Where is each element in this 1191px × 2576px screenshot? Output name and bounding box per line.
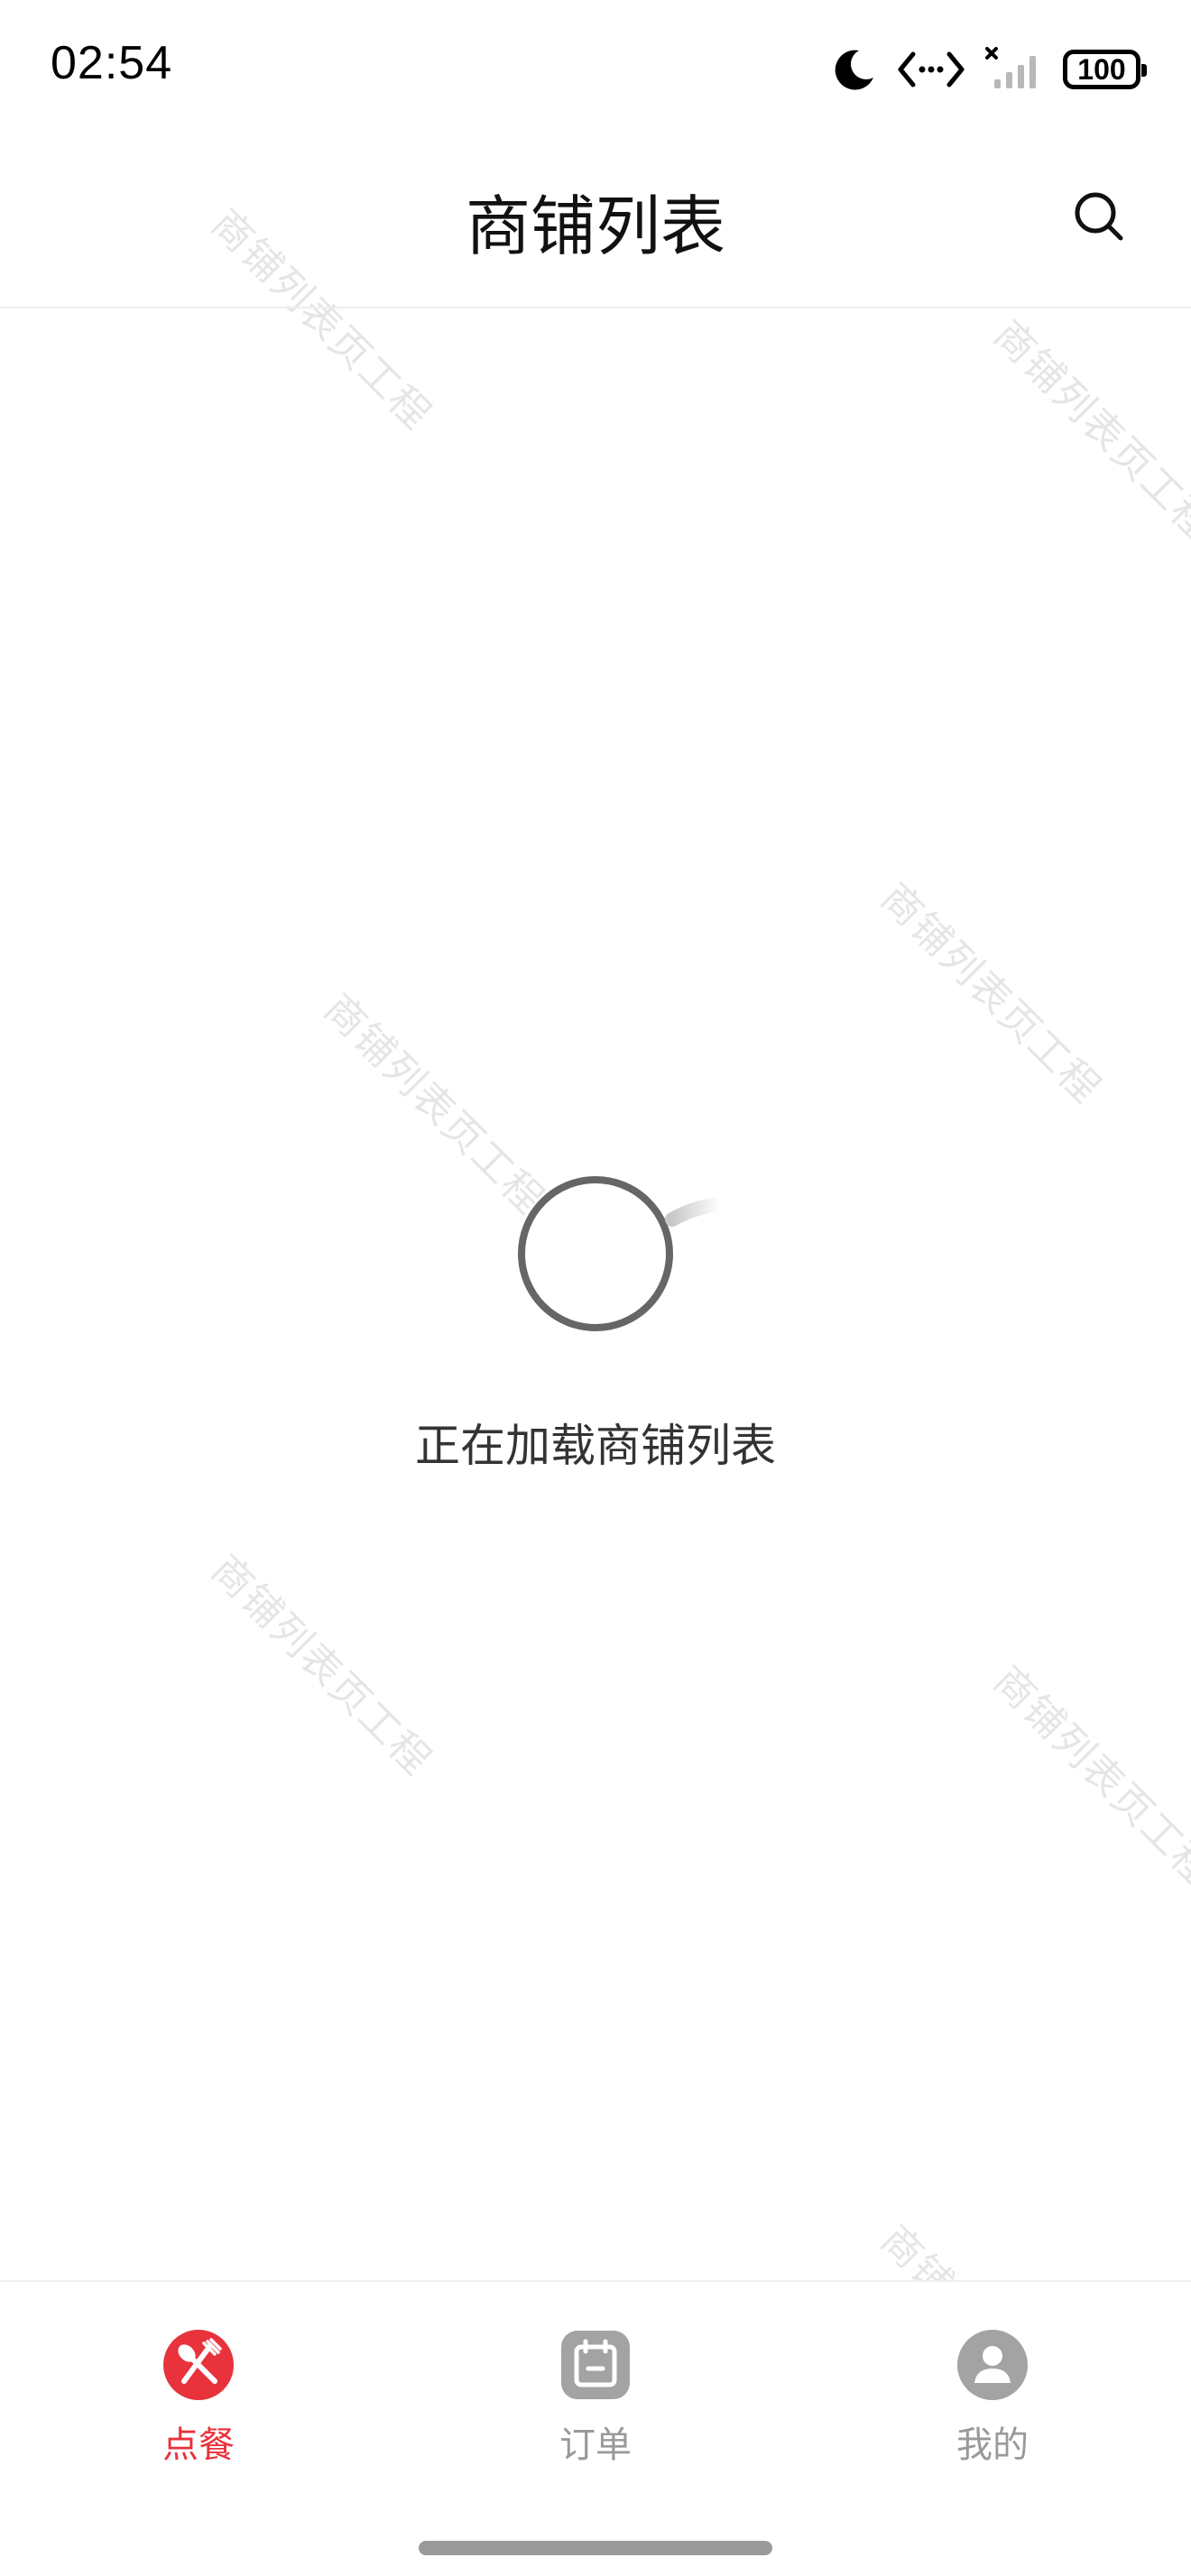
user-icon [957,2330,1028,2400]
moon-icon [835,50,873,90]
utensils-icon [163,2330,234,2400]
page-title: 商铺列表 [465,189,725,264]
status-icons: 100 [832,40,1147,99]
signal-no-service-icon [985,47,1036,88]
calendar-icon [561,2331,630,2399]
tab-orders[interactable]: 订单 [487,2329,704,2482]
search-icon [1075,192,1123,241]
watermark: 商铺列表页工程 [984,311,1191,550]
status-bar: 02:54 100 [0,0,1191,135]
tab-order-food[interactable]: 点餐 [90,2329,307,2482]
status-time: 02:54 [51,37,173,89]
watermark: 商铺列表页工程 [872,874,1110,1113]
tab-label: 点餐 [162,2424,235,2466]
watermark: 商铺列表页工程 [984,1657,1191,1896]
tab-bar: 点餐 订单 我的 [0,2280,1191,2576]
battery-level: 100 [1077,53,1126,86]
tab-profile[interactable]: 我的 [884,2329,1101,2482]
watermark: 商铺列表页工程 [202,1546,440,1785]
home-indicator[interactable] [419,2541,772,2555]
battery-icon: 100 [1063,50,1147,89]
loading-text: 正在加载商铺列表 [415,1420,776,1472]
app-screen: 商铺列表页工程 商铺列表页工程 商铺列表页工程 商铺列表页工程 商铺列表页工程 … [0,0,1191,2576]
search-button[interactable] [1066,184,1131,249]
data-transfer-icon [898,51,965,87]
tab-label: 订单 [559,2424,632,2466]
nav-header: 商铺列表 [0,135,1191,308]
loading-spinner [518,1176,727,1331]
tab-label: 我的 [956,2424,1029,2466]
